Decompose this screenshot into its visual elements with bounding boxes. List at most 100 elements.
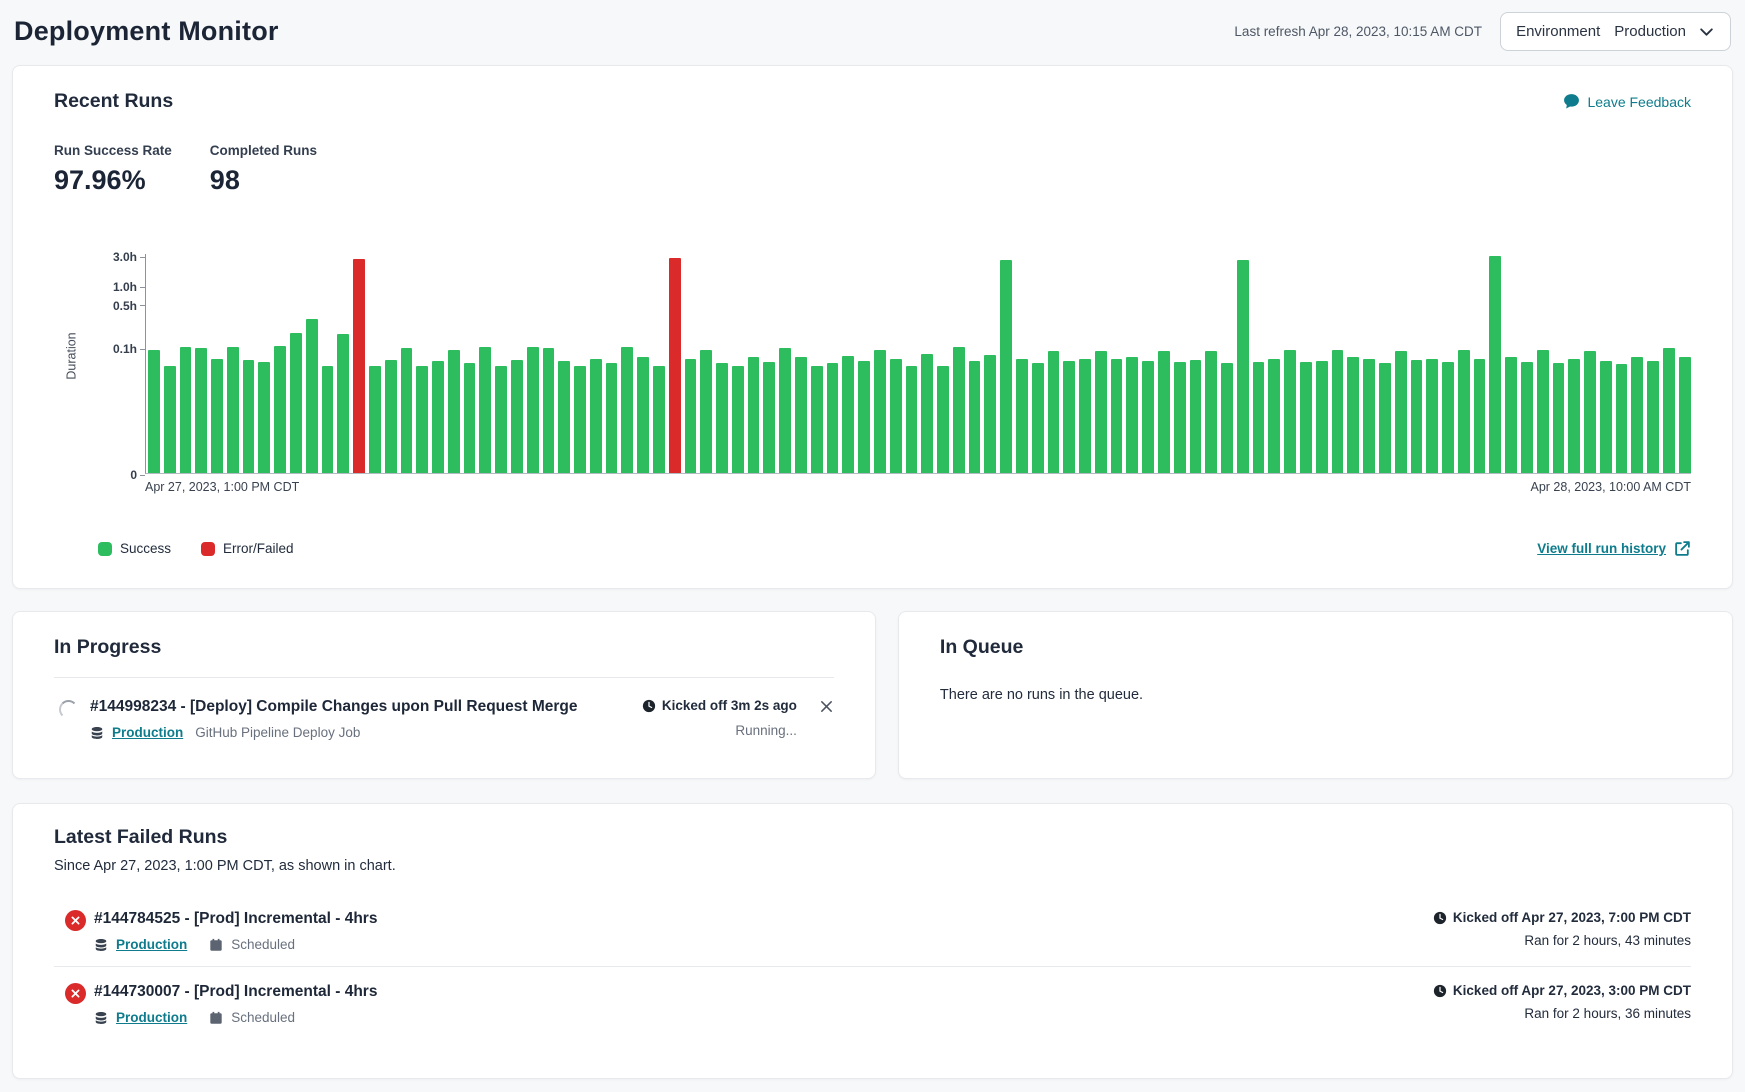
run-bar-success[interactable] [700,350,712,473]
run-bar-success[interactable] [621,347,633,473]
production-environment-link[interactable]: Production [116,937,187,952]
close-icon[interactable] [819,699,834,714]
run-bar-success[interactable] [1568,359,1580,473]
run-bar-success[interactable] [448,350,460,473]
run-bar-success[interactable] [795,357,807,473]
run-bar-success[interactable] [1079,359,1091,473]
run-bar-success[interactable] [1521,362,1533,473]
run-bar-success[interactable] [1395,351,1407,473]
run-bar-success[interactable] [1111,359,1123,473]
run-bar-success[interactable] [1363,359,1375,473]
run-bar-success[interactable] [984,355,996,473]
run-bar-success[interactable] [195,348,207,473]
run-bar-success[interactable] [1537,350,1549,473]
run-bar-success[interactable] [1221,363,1233,473]
run-bar-success[interactable] [1631,357,1643,473]
run-bar-success[interactable] [243,360,255,473]
run-bar-success[interactable] [306,319,318,473]
run-bar-success[interactable] [748,357,760,473]
run-bar-success[interactable] [606,363,618,473]
leave-feedback-link[interactable]: Leave Feedback [1563,93,1691,110]
production-environment-link[interactable]: Production [112,725,183,740]
run-bar-success[interactable] [1616,364,1628,473]
run-bar-success[interactable] [432,361,444,473]
run-bar-success[interactable] [1300,362,1312,473]
run-bar-success[interactable] [1158,351,1170,473]
run-bar-success[interactable] [763,362,775,473]
run-bar-success[interactable] [1489,256,1501,473]
run-bar-success[interactable] [527,347,539,473]
run-bar-success[interactable] [779,348,791,473]
run-bar-success[interactable] [921,354,933,473]
run-bar-success[interactable] [1142,361,1154,473]
run-bar-failed[interactable] [669,258,681,473]
run-bar-success[interactable] [1205,351,1217,473]
run-bar-success[interactable] [1000,260,1012,473]
run-bar-success[interactable] [1284,350,1296,473]
run-bar-success[interactable] [653,366,665,473]
run-bar-success[interactable] [953,347,965,473]
run-bar-success[interactable] [811,366,823,473]
run-bar-success[interactable] [1332,350,1344,473]
run-bar-success[interactable] [1048,351,1060,473]
run-bar-success[interactable] [732,366,744,473]
run-bar-success[interactable] [227,347,239,473]
run-bar-success[interactable] [716,363,728,473]
run-bar-success[interactable] [211,359,223,473]
run-bar-failed[interactable] [353,259,365,473]
run-bar-success[interactable] [1347,357,1359,473]
run-bar-success[interactable] [827,363,839,473]
run-bar-success[interactable] [1584,351,1596,473]
run-bar-success[interactable] [637,357,649,473]
run-bar-success[interactable] [258,362,270,473]
run-bar-success[interactable] [385,360,397,473]
run-bar-success[interactable] [1032,363,1044,473]
production-environment-link[interactable]: Production [116,1010,187,1025]
run-bar-success[interactable] [874,350,886,473]
run-bar-success[interactable] [1442,362,1454,473]
run-bar-success[interactable] [148,350,160,473]
run-bar-success[interactable] [685,359,697,473]
environment-select[interactable]: Environment Production [1500,12,1731,51]
view-full-run-history-link[interactable]: View full run history [1537,540,1691,557]
run-bar-success[interactable] [464,363,476,473]
run-bar-success[interactable] [1458,350,1470,473]
run-bar-success[interactable] [164,366,176,473]
run-bar-success[interactable] [1268,359,1280,473]
run-bar-success[interactable] [842,356,854,473]
run-bar-success[interactable] [1474,359,1486,473]
run-bar-success[interactable] [1679,357,1691,473]
run-bar-success[interactable] [1426,359,1438,473]
run-bar-success[interactable] [1016,359,1028,473]
run-bar-success[interactable] [1411,360,1423,473]
run-bar-success[interactable] [479,347,491,473]
run-bar-success[interactable] [1174,362,1186,473]
run-bar-success[interactable] [1126,357,1138,473]
run-bar-success[interactable] [1237,260,1249,473]
run-bar-success[interactable] [416,366,428,473]
run-bar-success[interactable] [574,366,586,473]
run-bar-success[interactable] [1253,362,1265,473]
run-bar-success[interactable] [543,348,555,473]
run-bar-success[interactable] [1600,361,1612,473]
run-bar-success[interactable] [858,361,870,473]
run-bar-success[interactable] [1063,361,1075,473]
run-bar-success[interactable] [1316,361,1328,473]
run-bar-success[interactable] [401,348,413,473]
run-bar-success[interactable] [290,333,302,473]
run-bar-success[interactable] [369,366,381,473]
run-bar-success[interactable] [1663,348,1675,473]
run-bar-success[interactable] [906,366,918,473]
run-bar-success[interactable] [1553,363,1565,473]
run-bar-success[interactable] [590,359,602,473]
run-bar-success[interactable] [937,366,949,473]
run-bar-success[interactable] [1379,363,1391,473]
run-bar-success[interactable] [558,361,570,473]
run-bar-success[interactable] [1095,351,1107,473]
run-bar-success[interactable] [969,361,981,473]
run-bar-success[interactable] [495,366,507,473]
run-bar-success[interactable] [180,347,192,473]
run-bar-success[interactable] [1505,357,1517,473]
run-bar-success[interactable] [337,334,349,473]
run-bar-success[interactable] [1190,360,1202,473]
